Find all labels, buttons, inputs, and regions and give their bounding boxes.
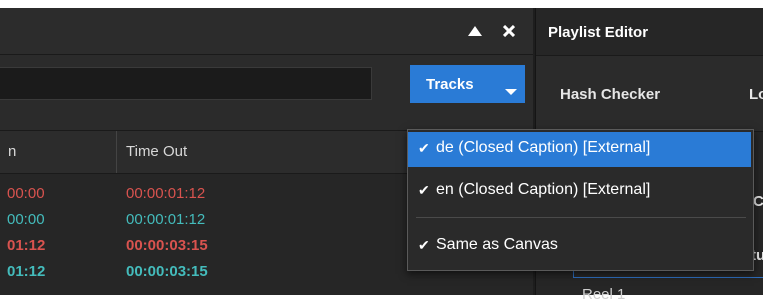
tracks-button-label: Tracks xyxy=(426,75,474,93)
menu-item-en-closed-caption[interactable]: ✔ en (Closed Caption) [External] xyxy=(408,174,751,209)
menu-item-label: en (Closed Caption) [External] xyxy=(436,181,651,198)
time-out-cell: 00:00:01:12 xyxy=(126,185,206,202)
panel-header xyxy=(0,8,533,55)
time-out-cell: 00:00:03:15 xyxy=(126,237,208,254)
tracks-dropdown-button[interactable]: Tracks xyxy=(410,65,525,103)
time-in-cell: 01:12 xyxy=(7,263,46,280)
time-out-cell: 00:00:03:15 xyxy=(126,263,208,280)
checkmark-icon: ✔ xyxy=(418,140,430,156)
checkmark-icon: ✔ xyxy=(418,237,430,253)
app-window: Tracks n Time Out 00:00 00:00:01:12 00:00 0… xyxy=(0,8,763,303)
playlist-editor-title: Playlist Editor xyxy=(548,24,649,41)
playlist-tab-strip: Hash Checker Lo xyxy=(536,55,763,132)
chevron-down-icon xyxy=(505,89,517,95)
column-divider[interactable] xyxy=(116,131,117,173)
time-in-cell: 01:12 xyxy=(7,237,46,254)
checkmark-icon: ✔ xyxy=(418,182,430,198)
column-header-time-in[interactable]: n xyxy=(8,143,16,160)
tab-lo[interactable]: Lo xyxy=(749,86,763,103)
search-toolbar: Tracks xyxy=(0,55,533,131)
close-panel-icon[interactable] xyxy=(500,22,518,40)
tab-hash-checker[interactable]: Hash Checker xyxy=(560,86,660,103)
time-out-cell: 00:00:01:12 xyxy=(126,211,206,228)
menu-item-de-closed-caption[interactable]: ✔ de (Closed Caption) [External] xyxy=(408,132,751,167)
collapse-panel-icon[interactable] xyxy=(466,22,484,40)
time-in-cell: 00:00 xyxy=(7,185,45,202)
time-in-cell: 00:00 xyxy=(7,211,45,228)
menu-item-label: Same as Canvas xyxy=(436,236,558,253)
tracks-dropdown-menu: ✔ de (Closed Caption) [External] ✔ en (C… xyxy=(407,129,754,271)
menu-item-same-as-canvas[interactable]: ✔ Same as Canvas xyxy=(408,229,751,264)
menu-item-label: de (Closed Caption) [External] xyxy=(436,139,651,156)
search-input[interactable] xyxy=(0,67,372,100)
menu-separator xyxy=(416,217,746,218)
column-header-time-out[interactable]: Time Out xyxy=(126,143,187,160)
